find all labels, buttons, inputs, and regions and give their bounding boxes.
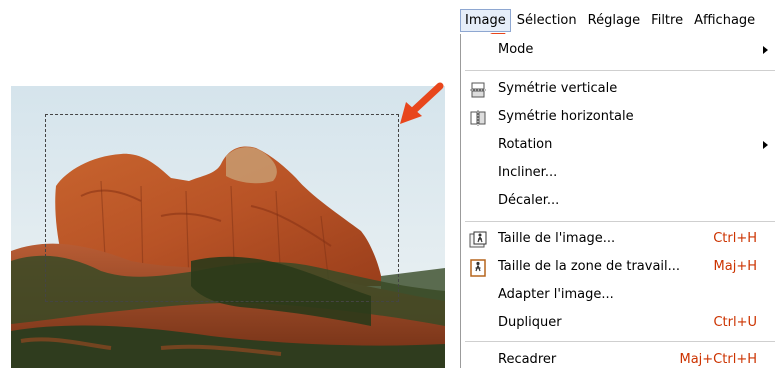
image-dropdown-menu: Mode Symétrie verticale Symétrie horizon…: [460, 34, 776, 368]
flip-horizontal-icon: [470, 110, 486, 126]
flip-vertical-icon: [470, 82, 486, 98]
menu-separator: [465, 221, 775, 222]
menu-item-flip-horizontal-label: Symétrie horizontale: [498, 109, 634, 124]
menu-separator: [465, 70, 775, 71]
menu-separator: [465, 341, 775, 342]
menu-item-crop-shortcut: Maj+Ctrl+H: [679, 352, 758, 367]
submenu-arrow-icon: [763, 46, 768, 54]
menu-item-canvas-size[interactable]: Taille de la zone de travail... Maj+H: [461, 255, 776, 279]
menu-item-duplicate-shortcut: Ctrl+U: [713, 315, 757, 330]
menu-item-flip-vertical[interactable]: Symétrie verticale: [461, 77, 776, 101]
menu-adjustment[interactable]: Réglage: [583, 9, 646, 32]
menu-item-offset-label: Décaler...: [498, 193, 560, 208]
menu-item-duplicate[interactable]: Dupliquer Ctrl+U: [461, 311, 776, 335]
submenu-arrow-icon: [763, 141, 768, 149]
menu-item-image-size[interactable]: Taille de l'image... Ctrl+H: [461, 227, 776, 251]
image-size-icon: [469, 231, 487, 248]
menu-item-rotation-label: Rotation: [498, 137, 553, 152]
menu-item-canvas-size-shortcut: Maj+H: [713, 259, 757, 274]
menu-item-offset[interactable]: Décaler...: [461, 189, 776, 213]
menu-item-mode[interactable]: Mode: [461, 38, 776, 62]
menu-item-fit-image[interactable]: Adapter l'image...: [461, 283, 776, 307]
red-rock-photo: [11, 86, 445, 368]
menu-item-mode-label: Mode: [498, 42, 534, 57]
menu-item-crop[interactable]: Recadrer Maj+Ctrl+H: [461, 348, 776, 372]
menu-item-duplicate-label: Dupliquer: [498, 315, 562, 330]
canvas-photo[interactable]: [11, 86, 445, 368]
menu-item-skew[interactable]: Incliner...: [461, 161, 776, 185]
menu-item-image-size-label: Taille de l'image...: [498, 231, 616, 246]
menu-item-fit-image-label: Adapter l'image...: [498, 287, 614, 302]
menubar: Image Sélection Réglage Filtre Affichage: [460, 7, 776, 33]
menu-selection[interactable]: Sélection: [512, 9, 582, 32]
menu-item-flip-horizontal[interactable]: Symétrie horizontale: [461, 105, 776, 129]
menu-filter[interactable]: Filtre: [646, 9, 688, 32]
menu-item-crop-label: Recadrer: [498, 352, 557, 367]
menu-item-canvas-size-label: Taille de la zone de travail...: [498, 259, 681, 274]
menu-view[interactable]: Affichage: [689, 9, 760, 32]
menu-item-rotation[interactable]: Rotation: [461, 133, 776, 157]
menu-item-flip-vertical-label: Symétrie verticale: [498, 81, 618, 96]
menu-item-skew-label: Incliner...: [498, 165, 558, 180]
menu-image[interactable]: Image: [460, 8, 511, 32]
canvas-size-icon: [470, 259, 486, 277]
menu-item-image-size-shortcut: Ctrl+H: [713, 231, 757, 246]
